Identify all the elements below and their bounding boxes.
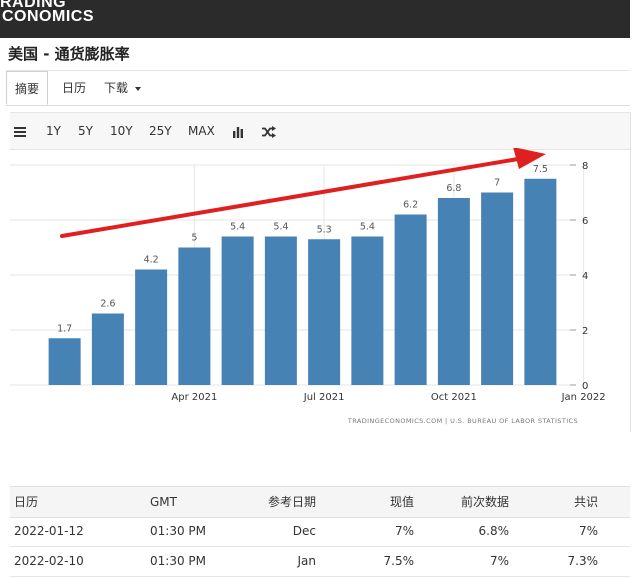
cell-consensus: 7.3% — [567, 554, 599, 568]
cell-time: 01:30 PM — [150, 554, 206, 568]
x-tick-label: Apr 2021 — [171, 392, 217, 403]
shuffle-icon[interactable] — [262, 113, 276, 149]
cell-reference: Dec — [292, 524, 316, 538]
bar-value-label: 5.4 — [230, 222, 245, 233]
bar-value-label: 5 — [191, 233, 197, 244]
chevron-down-icon — [134, 86, 141, 91]
bar[interactable] — [308, 239, 341, 385]
cell-date: 2022-01-12 — [14, 524, 84, 538]
bar[interactable] — [178, 247, 211, 386]
bar-chart-icon[interactable] — [232, 113, 244, 149]
cell-actual: 7% — [394, 524, 414, 538]
bar-value-label: 6.2 — [403, 200, 418, 211]
tab-summary[interactable]: 摘要 — [6, 71, 49, 105]
range-max-button[interactable]: MAX — [188, 113, 215, 149]
cell-consensus: 7% — [578, 524, 598, 538]
chart-panel: 1Y 5Y 10Y 25Y MAX 1.7 2.6 4.2 5 5.4 5.4 5.3 5.4… — [10, 112, 631, 432]
bar-value-label: 7.5 — [533, 164, 548, 175]
range-10y-button[interactable]: 10Y — [110, 113, 133, 149]
range-25y-button[interactable]: 25Y — [149, 113, 172, 149]
cell-actual: 7.5% — [383, 554, 415, 568]
bar-value-label: 5.4 — [273, 222, 288, 233]
logo-line-2: CONOMICS — [2, 8, 94, 25]
bar[interactable] — [264, 236, 297, 386]
y-tick-label: 6 — [582, 216, 588, 227]
bar[interactable] — [524, 178, 557, 385]
table-row[interactable]: 2022-01-12 01:30 PM Dec 7% 6.8% 7% — [10, 516, 630, 547]
logo[interactable]: RADING CONOMICS — [0, 0, 94, 25]
chart-source: TRADINGECONOMICS.COM | U.S. BUREAU OF LA… — [347, 417, 578, 425]
x-tick-label: Jul 2021 — [303, 392, 345, 403]
bar[interactable] — [48, 338, 81, 385]
bar-value-label: 6.8 — [446, 183, 461, 194]
cell-date: 2022-02-10 — [14, 554, 84, 568]
bar[interactable] — [481, 192, 514, 386]
cell-time: 01:30 PM — [150, 524, 206, 538]
x-tick-label: Oct 2021 — [431, 392, 477, 403]
list-icon[interactable] — [14, 113, 26, 149]
y-tick-label: 2 — [582, 326, 588, 337]
tab-summary-label: 摘要 — [15, 82, 40, 96]
header-calendar: 日历 — [14, 495, 39, 509]
bar-value-label: 2.6 — [100, 299, 115, 310]
y-tick-label: 8 — [582, 161, 588, 172]
cell-previous: 6.8% — [478, 524, 510, 538]
bar[interactable] — [437, 198, 470, 385]
bar[interactable] — [135, 269, 168, 386]
bar-value-label: 5.4 — [360, 222, 375, 233]
top-bar: RADING CONOMICS — [0, 0, 630, 38]
header-reference: 参考日期 — [267, 495, 316, 509]
tab-download-label: 下载 — [104, 81, 129, 95]
x-tick-label: Jan 2022 — [561, 392, 606, 403]
bar-value-label: 5.3 — [317, 224, 332, 235]
y-tick-label: 4 — [582, 271, 588, 282]
tab-calendar[interactable]: 日历 — [54, 71, 94, 105]
bar[interactable] — [394, 214, 427, 386]
inflation-bar-chart: 1.7 2.6 4.2 5 5.4 5.4 5.3 5.4 6.2 6.8 7 7.5 0 2 4 6 8 A… — [10, 148, 606, 425]
header-actual: 现值 — [389, 495, 414, 509]
range-5y-button[interactable]: 5Y — [78, 113, 93, 149]
table-header: 日历 GMT 参考日期 现值 前次数据 共识 — [10, 486, 630, 518]
bar-value-label: 7 — [494, 178, 500, 189]
cell-previous: 7% — [489, 554, 509, 568]
tab-bar: 摘要 日历 下载 — [6, 70, 630, 106]
table-row[interactable]: 2022-02-10 01:30 PM Jan 7.5% 7% 7.3% — [10, 546, 630, 577]
bar[interactable] — [351, 236, 384, 386]
header-gmt: GMT — [150, 495, 177, 509]
header-consensus: 共识 — [573, 495, 598, 509]
tab-download[interactable]: 下载 — [96, 71, 149, 105]
chart-toolbar: 1Y 5Y 10Y 25Y MAX — [10, 112, 630, 150]
y-tick-label: 0 — [582, 381, 588, 392]
range-1y-button[interactable]: 1Y — [46, 113, 61, 149]
header-previous: 前次数据 — [460, 495, 509, 509]
bar-value-label: 4.2 — [144, 255, 159, 266]
cell-reference: Jan — [297, 554, 317, 568]
bar-value-label: 1.7 — [57, 323, 72, 334]
page-title: 美国 - 通货膨胀率 — [8, 45, 130, 63]
bar[interactable] — [221, 236, 254, 386]
tab-calendar-label: 日历 — [62, 81, 87, 95]
bar[interactable] — [91, 313, 124, 386]
